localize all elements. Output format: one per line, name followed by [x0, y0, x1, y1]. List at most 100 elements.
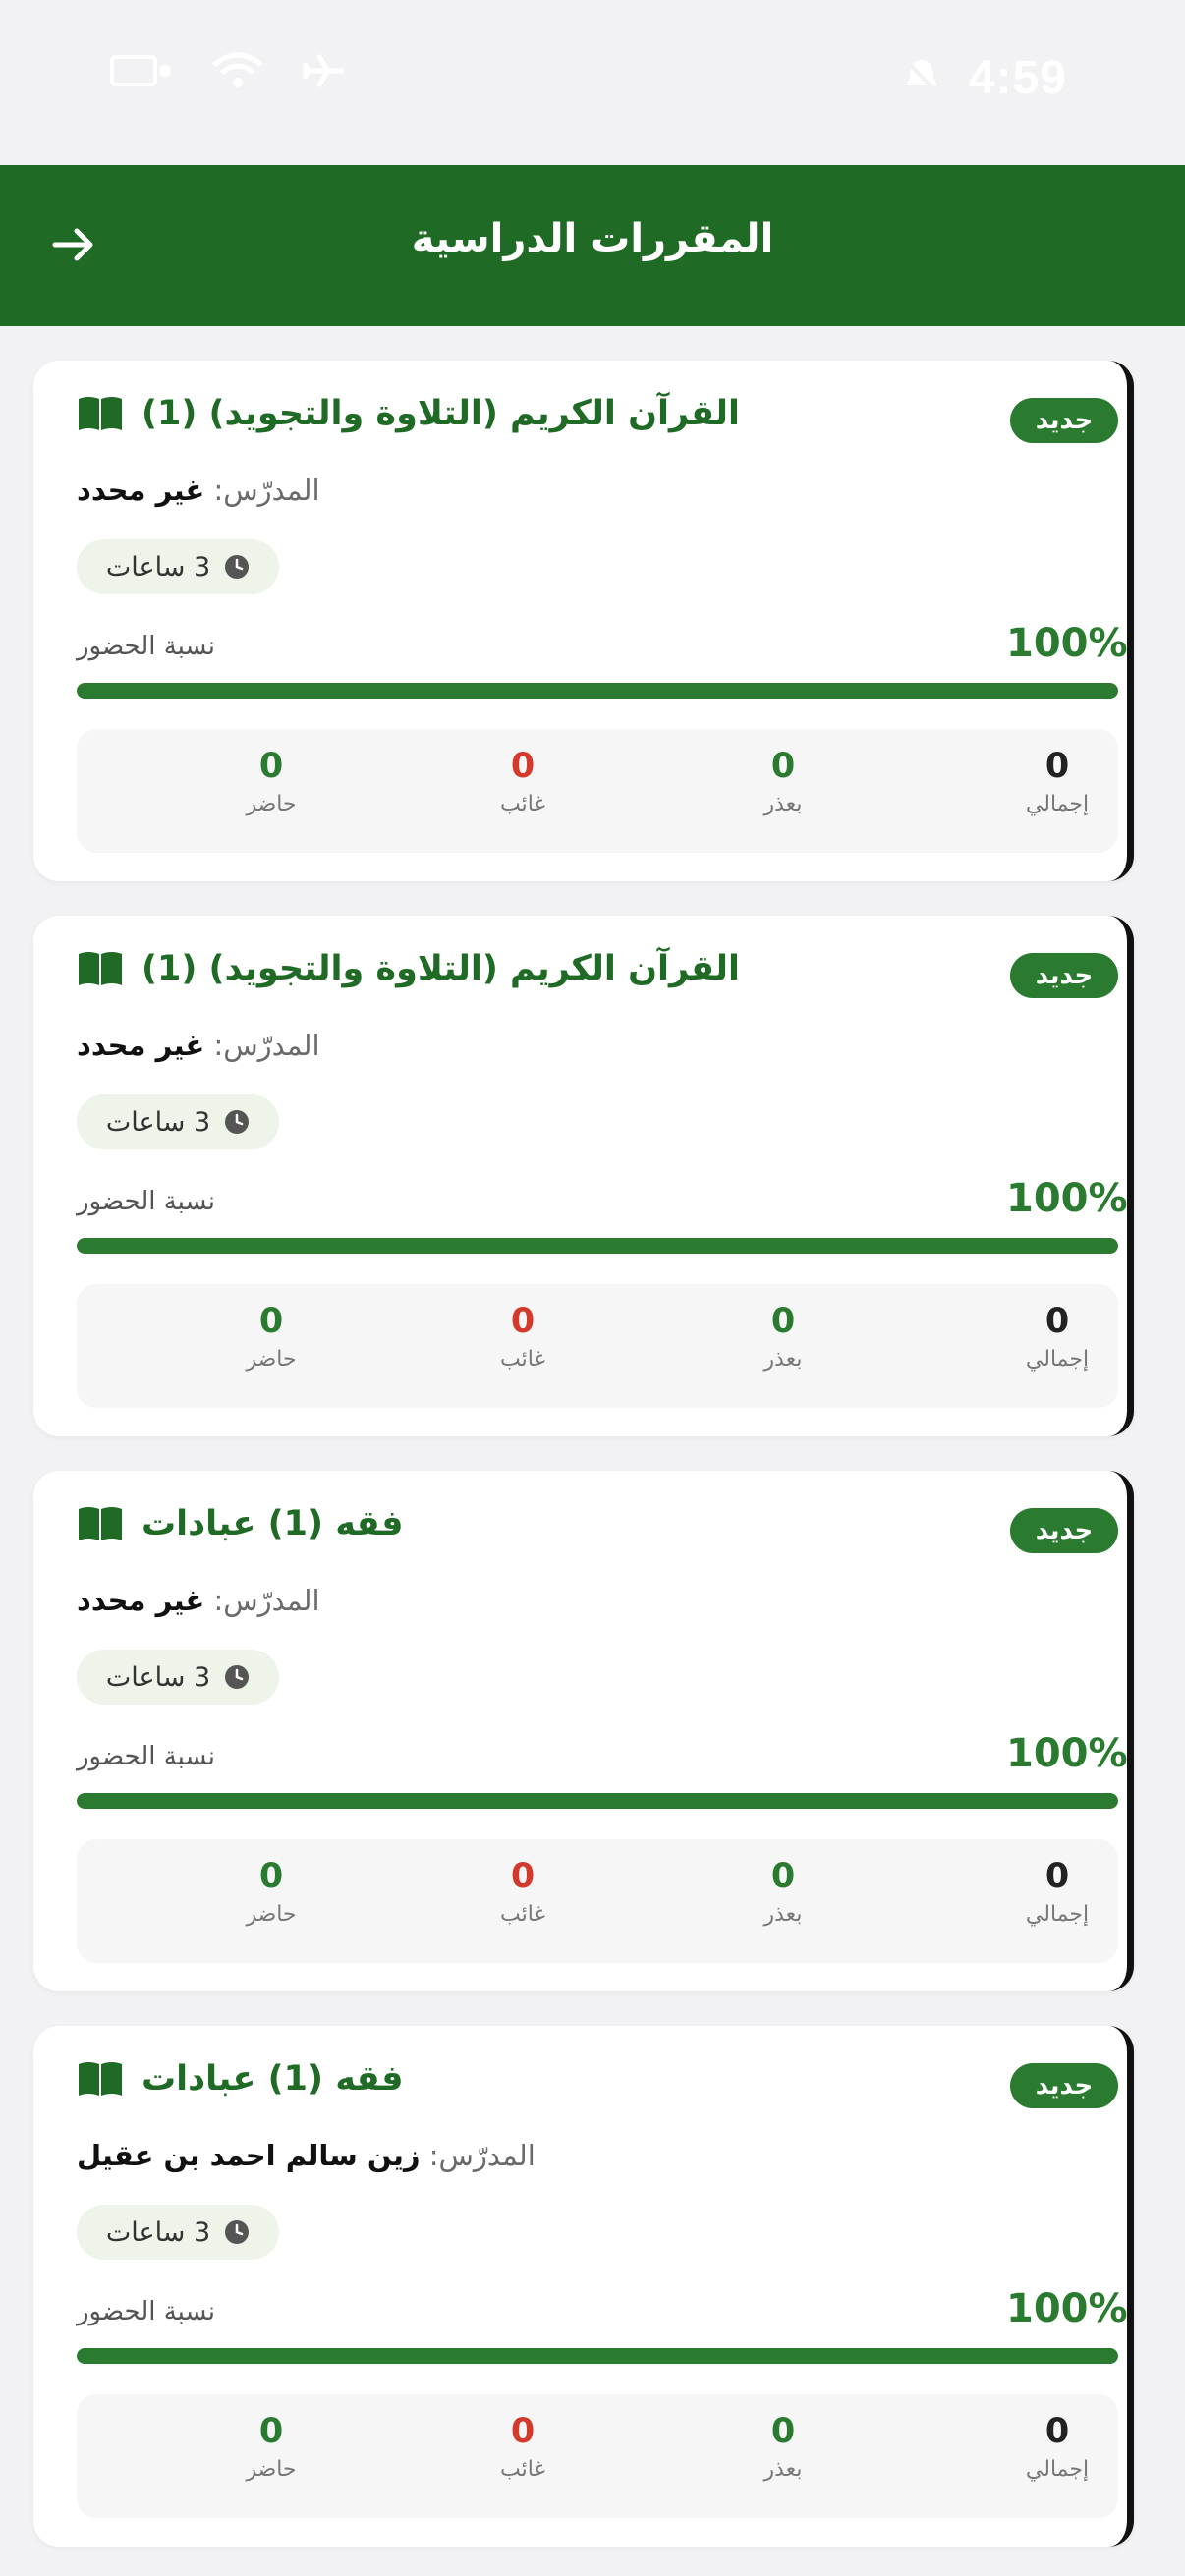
status-icons	[108, 51, 348, 94]
stat-excused-label: بعذر	[763, 2457, 803, 2482]
course-title: القرآن الكريم (التلاوة والتجويد) (1)	[141, 394, 741, 433]
stat-absent-value: 0	[510, 1302, 536, 1341]
course-card-4[interactable]: جديد فقه (1) عبادات المدرّس: زين سالم اح…	[33, 2026, 1134, 2547]
attendance-label: نسبة الحضور	[77, 632, 215, 661]
hours-chip: 3 ساعات	[77, 539, 279, 594]
attendance-progress-fill	[77, 2348, 1118, 2364]
book-icon	[79, 952, 122, 985]
clock-icon	[225, 555, 250, 579]
stat-total-label: إجمالي	[1025, 1347, 1090, 1372]
status-right: 4:59	[902, 51, 1067, 105]
attendance-stats: 0 إجمالي 0 بعذر 0 غائب 0 حاضر	[77, 729, 1118, 853]
new-badge: جديد	[1010, 953, 1118, 998]
airplane-mode-icon	[299, 51, 348, 94]
stat-excused-value: 0	[770, 1857, 796, 1896]
hours-text: 3 ساعات	[105, 1106, 211, 1138]
book-icon	[79, 1507, 122, 1540]
stat-absent-label: غائب	[500, 2457, 545, 2482]
attendance-progress-fill	[77, 1238, 1118, 1254]
stat-absent: 0 غائب	[434, 2412, 611, 2482]
stat-absent: 0 غائب	[434, 747, 611, 816]
course-card-2[interactable]: جديد القرآن الكريم (التلاوة والتجويد) (1…	[33, 916, 1134, 1436]
stat-absent: 0 غائب	[434, 1302, 611, 1372]
stat-absent-label: غائب	[500, 1347, 545, 1372]
hours-chip: 3 ساعات	[77, 2205, 279, 2260]
attendance-label: نسبة الحضور	[77, 1742, 215, 1771]
stat-excused-value: 0	[770, 2412, 796, 2451]
instructor-name: غير محدد	[77, 1029, 205, 1062]
instructor-label: المدرّس:	[213, 474, 320, 507]
instructor-name: زين سالم احمد بن عقيل	[77, 2139, 421, 2172]
hours-text: 3 ساعات	[105, 551, 211, 583]
stat-absent-value: 0	[510, 1857, 536, 1896]
stat-excused-value: 0	[770, 1302, 796, 1341]
status-bar: 4:59	[0, 0, 1185, 165]
attendance-percent: 100%	[1006, 621, 1128, 666]
instructor: المدرّس: زين سالم احمد بن عقيل	[77, 2139, 536, 2172]
clock-icon	[225, 1110, 250, 1134]
attendance-percent: 100%	[1006, 1176, 1128, 1221]
stat-present: 0 حاضر	[183, 747, 360, 816]
stat-total: 0 إجمالي	[969, 2412, 1146, 2482]
stat-absent-value: 0	[510, 2412, 536, 2451]
stat-present: 0 حاضر	[183, 1857, 360, 1927]
silent-bell-icon	[902, 56, 941, 101]
instructor-name: غير محدد	[77, 1584, 205, 1617]
clock-icon	[225, 2220, 250, 2244]
stat-total-label: إجمالي	[1025, 792, 1090, 816]
stat-present: 0 حاضر	[183, 1302, 360, 1372]
stat-total-label: إجمالي	[1025, 1902, 1090, 1927]
attendance-progress-bar	[77, 1238, 1118, 1254]
stat-total-value: 0	[1044, 747, 1070, 786]
stat-total: 0 إجمالي	[969, 1857, 1146, 1927]
stat-total-value: 0	[1044, 1857, 1070, 1896]
course-title-row: القرآن الكريم (التلاوة والتجويد) (1)	[77, 394, 740, 433]
new-badge: جديد	[1010, 398, 1118, 443]
new-badge: جديد	[1010, 2063, 1118, 2108]
attendance-stats: 0 إجمالي 0 بعذر 0 غائب 0 حاضر	[77, 1839, 1118, 1963]
hours-text: 3 ساعات	[105, 2216, 211, 2248]
stat-present-value: 0	[258, 1857, 284, 1896]
instructor-label: المدرّس:	[428, 2139, 536, 2172]
stat-present-value: 0	[258, 747, 284, 786]
stat-absent-label: غائب	[500, 1902, 545, 1927]
instructor-label: المدرّس:	[213, 1584, 320, 1617]
course-title-row: فقه (1) عبادات	[77, 1504, 404, 1543]
stat-excused-label: بعذر	[763, 792, 803, 816]
instructor: المدرّس: غير محدد	[77, 1584, 320, 1617]
attendance-progress-fill	[77, 1793, 1118, 1809]
attendance-progress-bar	[77, 683, 1118, 699]
hours-chip: 3 ساعات	[77, 1094, 279, 1149]
course-card-1[interactable]: جديد القرآن الكريم (التلاوة والتجويد) (1…	[33, 361, 1134, 881]
attendance-percent: 100%	[1006, 1731, 1128, 1776]
stat-total-value: 0	[1044, 1302, 1070, 1341]
stat-total-value: 0	[1044, 2412, 1070, 2451]
hours-chip: 3 ساعات	[77, 1650, 279, 1705]
stat-excused-label: بعذر	[763, 1347, 803, 1372]
screen-mirror-icon	[108, 51, 177, 94]
attendance-label: نسبة الحضور	[77, 1187, 215, 1216]
hours-text: 3 ساعات	[105, 1661, 211, 1693]
stat-absent-value: 0	[510, 747, 536, 786]
stat-present-value: 0	[258, 2412, 284, 2451]
attendance-progress-bar	[77, 1793, 1118, 1809]
stat-present-label: حاضر	[246, 2457, 297, 2482]
stat-absent-label: غائب	[500, 792, 545, 816]
app-header: المقررات الدراسية	[0, 165, 1185, 326]
course-title-row: فقه (1) عبادات	[77, 2059, 404, 2099]
course-title: القرآن الكريم (التلاوة والتجويد) (1)	[141, 949, 741, 988]
stat-excused: 0 بعذر	[695, 1857, 872, 1927]
new-badge: جديد	[1010, 1508, 1118, 1553]
course-card-3[interactable]: جديد فقه (1) عبادات المدرّس: غير محدد 3 …	[33, 1471, 1134, 1991]
stat-excused: 0 بعذر	[695, 747, 872, 816]
instructor-label: المدرّس:	[213, 1029, 320, 1062]
stat-excused-label: بعذر	[763, 1902, 803, 1927]
status-time: 4:59	[968, 52, 1067, 104]
stat-absent: 0 غائب	[434, 1857, 611, 1927]
book-icon	[79, 397, 122, 430]
course-title: فقه (1) عبادات	[141, 1504, 404, 1543]
stat-excused-value: 0	[770, 747, 796, 786]
attendance-percent: 100%	[1006, 2286, 1128, 2331]
stat-total-label: إجمالي	[1025, 2457, 1090, 2482]
book-icon	[79, 2062, 122, 2096]
